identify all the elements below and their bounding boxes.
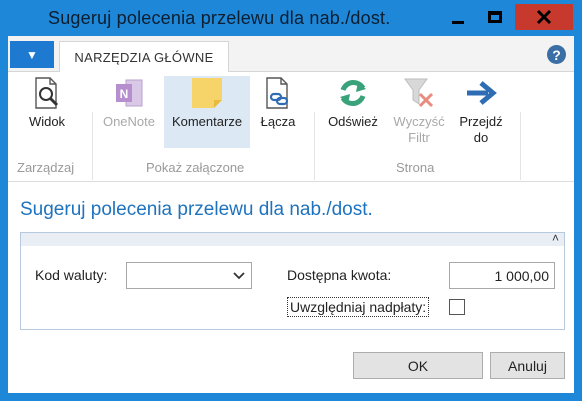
dialog-window: Sugeruj polecenia przelewu dla nab./dost… — [0, 0, 582, 401]
ribbon: Widok N OneNote Komentarze Łącza Odśwież… — [8, 72, 574, 182]
page-title: Sugeruj polecenia przelewu dla nab./dost… — [20, 199, 373, 220]
currency-select[interactable] — [126, 262, 252, 289]
close-button[interactable] — [515, 4, 573, 30]
clear-filter-icon — [402, 76, 436, 110]
group-label-show-attached: Pokaż załączone — [146, 160, 245, 175]
file-menu-button[interactable]: ▼ — [10, 41, 54, 68]
goto-label-1: Przejdź — [459, 114, 503, 129]
clear-filter-label-2: Filtr — [408, 130, 430, 145]
ok-button[interactable]: OK — [353, 352, 483, 379]
help-icon[interactable]: ? — [547, 45, 566, 64]
currency-label: Kod waluty: — [35, 267, 108, 283]
available-amount-label: Dostępna kwota: — [287, 267, 392, 283]
available-amount-field[interactable]: 1 000,00 — [449, 262, 555, 289]
comments-icon — [190, 76, 224, 110]
maximize-button[interactable] — [478, 4, 512, 30]
overpayment-label: Uwzględniaj nadpłaty: — [287, 297, 430, 317]
view-button[interactable]: Widok — [14, 76, 80, 130]
maximize-icon — [488, 11, 502, 23]
refresh-button[interactable]: Odśwież — [322, 76, 384, 130]
fasttab-header[interactable]: ˄ — [21, 231, 564, 246]
view-button-label: Widok — [28, 114, 66, 129]
clear-filter-button[interactable]: Wyczyść Filtr — [388, 76, 450, 146]
goto-label-2: do — [473, 130, 489, 145]
cancel-button[interactable]: Anuluj — [490, 352, 565, 379]
links-button[interactable]: Łącza — [250, 76, 306, 130]
group-label-manage: Zarządzaj — [17, 160, 75, 175]
view-icon — [30, 76, 64, 110]
links-button-label: Łącza — [260, 114, 296, 129]
clear-filter-label-1: Wyczyść — [393, 114, 445, 129]
overpayment-checkbox[interactable] — [449, 299, 465, 315]
onenote-button-label: OneNote — [102, 114, 156, 129]
comments-button-label: Komentarze — [171, 114, 243, 129]
minimize-icon — [452, 20, 464, 24]
svg-text:N: N — [120, 87, 129, 101]
goto-button[interactable]: Przejdź do — [452, 76, 510, 146]
dialog-client: ▼ NARZĘDZIA GŁÓWNE ? Widok N OneNote Kom… — [8, 36, 574, 393]
onenote-button[interactable]: N OneNote — [96, 76, 162, 130]
comments-button[interactable]: Komentarze — [164, 76, 250, 148]
refresh-button-label: Odśwież — [328, 114, 378, 129]
close-icon — [536, 9, 552, 25]
ribbon-separator — [520, 112, 521, 180]
ribbon-separator — [314, 112, 315, 180]
chevron-down-icon — [233, 272, 245, 280]
refresh-icon — [336, 76, 370, 110]
ribbon-separator — [92, 112, 93, 180]
links-icon — [261, 76, 295, 110]
title-bar[interactable]: Sugeruj polecenia przelewu dla nab./dost… — [0, 0, 582, 36]
window-title: Sugeruj polecenia przelewu dla nab./dost… — [48, 8, 391, 28]
tab-home[interactable]: NARZĘDZIA GŁÓWNE — [59, 41, 229, 73]
minimize-button[interactable] — [441, 4, 475, 30]
onenote-icon: N — [112, 76, 146, 110]
ribbon-tab-row: ▼ NARZĘDZIA GŁÓWNE ? — [8, 36, 574, 73]
fasttab-general: ˄ Kod waluty: Dostępna kwota: 1 000,00 U… — [20, 231, 565, 330]
group-label-page: Strona — [396, 160, 435, 175]
collapse-chevron-icon[interactable]: ˄ — [552, 231, 559, 245]
goto-arrow-icon — [464, 76, 498, 110]
